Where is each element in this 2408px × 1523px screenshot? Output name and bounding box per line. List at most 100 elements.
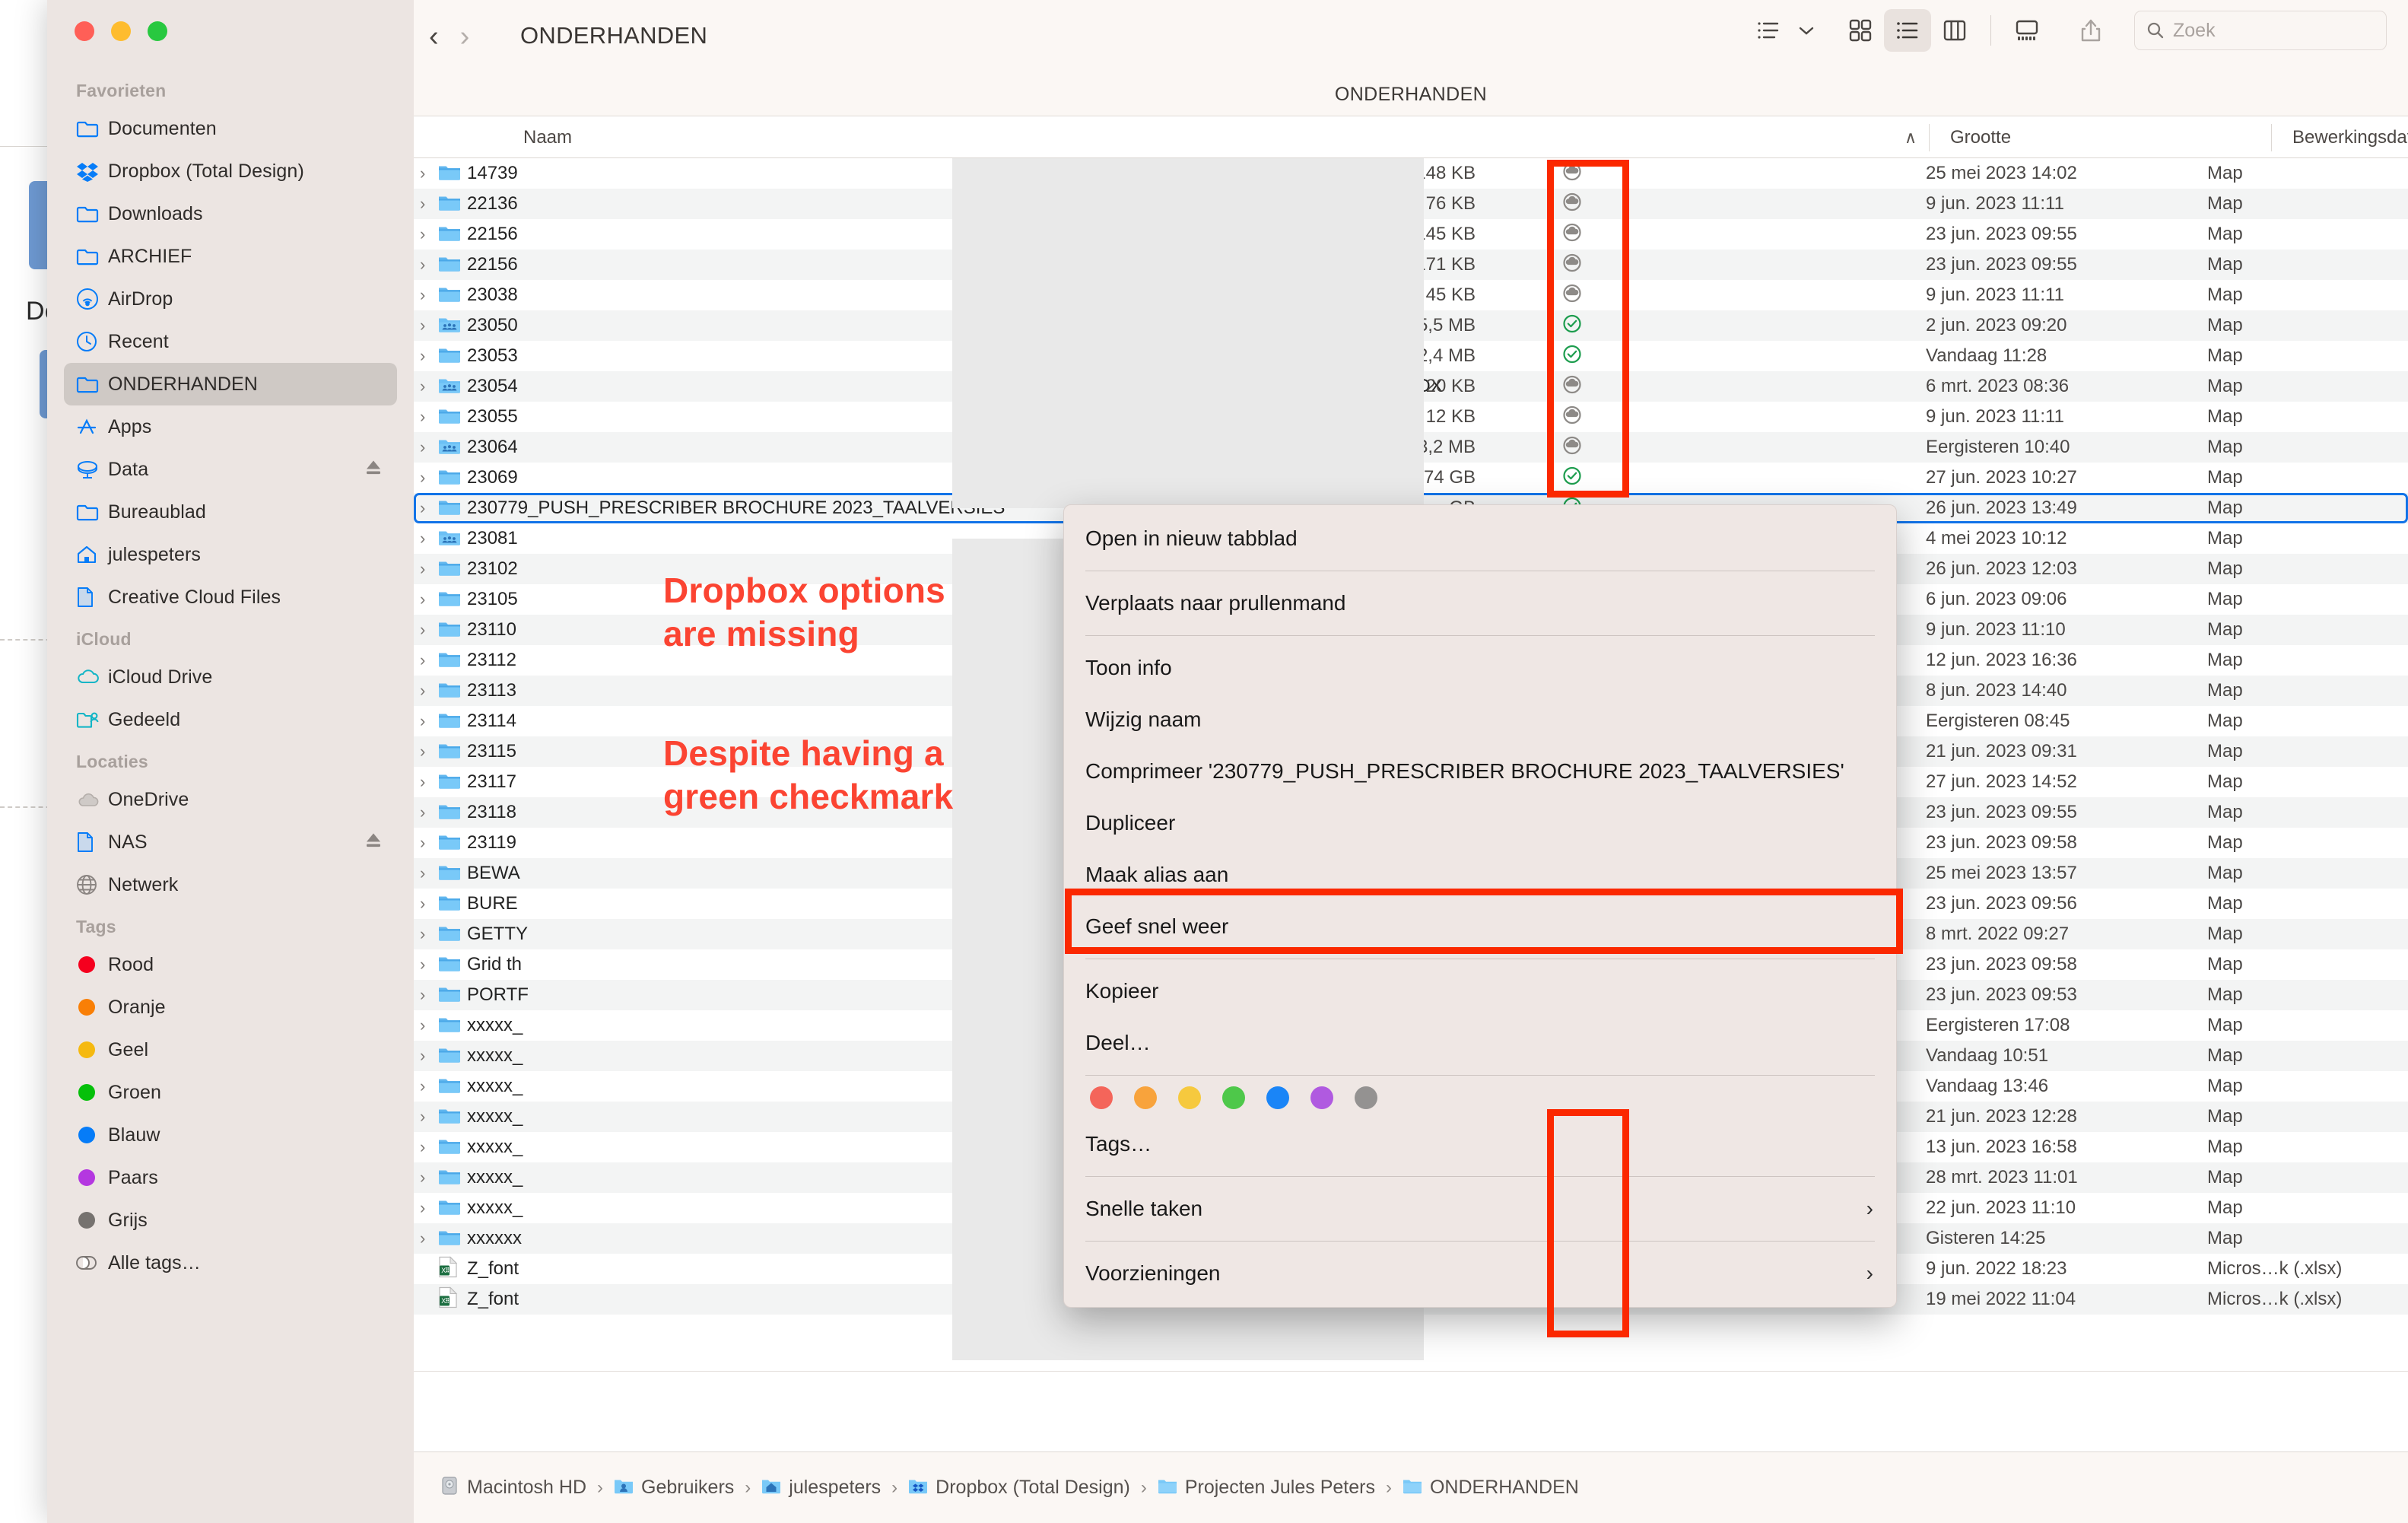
tag-color-swatches[interactable] [1064,1082,1896,1118]
disclosure-triangle-icon[interactable]: › [420,1168,425,1188]
disclosure-triangle-icon[interactable]: › [420,1107,425,1127]
disclosure-triangle-icon[interactable]: › [420,1076,425,1096]
disclosure-triangle-icon[interactable]: › [420,285,425,305]
sidebar-item-rood[interactable]: Rood [64,943,397,986]
disclosure-triangle-icon[interactable]: › [420,620,425,640]
disclosure-triangle-icon[interactable]: › [420,468,425,488]
disclosure-triangle-icon[interactable]: › [420,924,425,944]
breadcrumb-item[interactable]: julespeters [761,1477,881,1499]
column-header-size[interactable]: Grootte [1950,116,2011,158]
tag-color-swatch[interactable] [1134,1086,1157,1109]
disclosure-triangle-icon[interactable]: › [420,894,425,914]
menu-item[interactable]: Dupliceer [1064,797,1896,849]
disclosure-triangle-icon[interactable]: › [420,1198,425,1218]
sidebar-item-bureaublad[interactable]: Bureaublad [64,491,397,533]
close-button[interactable] [75,21,94,41]
group-by-button[interactable] [1746,9,1793,52]
menu-item[interactable]: Wijzig naam [1064,694,1896,746]
sidebar-item-airdrop[interactable]: AirDrop [64,278,397,320]
disclosure-triangle-icon[interactable]: › [420,498,425,518]
disclosure-triangle-icon[interactable]: › [420,772,425,792]
sidebar-item-nas[interactable]: NAS [64,821,397,863]
menu-item[interactable]: Toon info [1064,642,1896,694]
sidebar-item-creative-cloud-files[interactable]: Creative Cloud Files [64,576,397,618]
sidebar-item-icloud-drive[interactable]: iCloud Drive [64,656,397,698]
breadcrumb-item[interactable]: Dropbox (Total Design) [908,1477,1130,1499]
disclosure-triangle-icon[interactable]: › [420,437,425,457]
breadcrumb-item[interactable]: Macintosh HD [440,1476,586,1499]
disclosure-triangle-icon[interactable]: › [420,529,425,548]
disclosure-triangle-icon[interactable]: › [420,559,425,579]
sidebar-item-gedeeld[interactable]: Gedeeld [64,698,397,741]
sidebar-item-grijs[interactable]: Grijs [64,1199,397,1242]
sidebar-scroll-area[interactable]: FavorietenDocumentenDropbox (Total Desig… [47,70,414,1523]
disclosure-triangle-icon[interactable]: › [420,255,425,275]
disclosure-triangle-icon[interactable]: › [420,224,425,244]
sidebar-item-data[interactable]: Data [64,448,397,491]
sidebar-item-julespeters[interactable]: julespeters [64,533,397,576]
forward-button[interactable]: › [460,12,470,61]
minimize-button[interactable] [111,21,131,41]
sidebar-item-paars[interactable]: Paars [64,1156,397,1199]
disclosure-triangle-icon[interactable]: › [420,377,425,396]
search-field[interactable]: Zoek [2134,11,2387,50]
sidebar-item-onedrive[interactable]: OneDrive [64,778,397,821]
disclosure-triangle-icon[interactable]: › [420,955,425,975]
sidebar-item-netwerk[interactable]: Netwerk [64,863,397,906]
zoom-button[interactable] [148,21,167,41]
menu-item[interactable]: Snelle taken› [1064,1183,1896,1235]
list-view-button[interactable] [1884,9,1931,52]
disclosure-triangle-icon[interactable]: › [420,681,425,701]
chevron-down-icon[interactable] [1793,9,1820,52]
sidebar-item-archief[interactable]: ARCHIEF [64,235,397,278]
disclosure-triangle-icon[interactable]: › [420,590,425,609]
column-divider[interactable] [2271,124,2272,151]
breadcrumb-item[interactable]: Projecten Jules Peters [1158,1477,1375,1499]
share-button[interactable] [2067,9,2114,52]
column-view-button[interactable] [1931,9,1978,52]
disclosure-triangle-icon[interactable]: › [420,1229,425,1248]
disclosure-triangle-icon[interactable]: › [420,316,425,335]
disclosure-triangle-icon[interactable]: › [420,407,425,427]
menu-item[interactable]: Comprimeer '230779_PUSH_PRESCRIBER BROCH… [1064,746,1896,797]
disclosure-triangle-icon[interactable]: › [420,650,425,670]
gallery-view-button[interactable] [2003,9,2051,52]
sort-arrow-icon[interactable]: ∧ [1904,116,1917,158]
context-menu[interactable]: Open in nieuw tabbladVerplaats naar prul… [1063,504,1897,1308]
breadcrumb-item[interactable]: Gebruikers [614,1477,734,1499]
sidebar-item-apps[interactable]: Apps [64,405,397,448]
disclosure-triangle-icon[interactable]: › [420,1016,425,1035]
tag-color-swatch[interactable] [1222,1086,1245,1109]
tag-color-swatch[interactable] [1178,1086,1201,1109]
back-button[interactable]: ‹ [429,12,439,61]
icon-view-button[interactable] [1837,9,1884,52]
disclosure-triangle-icon[interactable]: › [420,863,425,883]
menu-item[interactable]: Kopieer [1064,965,1896,1017]
sidebar-item-downloads[interactable]: Downloads [64,192,397,235]
eject-icon[interactable] [364,459,383,481]
disclosure-triangle-icon[interactable]: › [420,711,425,731]
sidebar-item-oranje[interactable]: Oranje [64,986,397,1029]
breadcrumb-item[interactable]: ONDERHANDEN [1403,1477,1579,1499]
sidebar-item-documenten[interactable]: Documenten [64,107,397,150]
disclosure-triangle-icon[interactable]: › [420,194,425,214]
menu-item[interactable]: Deel… [1064,1017,1896,1069]
menu-item[interactable]: Maak alias aan [1064,849,1896,901]
sidebar-item-geel[interactable]: Geel [64,1029,397,1071]
tag-color-swatch[interactable] [1310,1086,1333,1109]
disclosure-triangle-icon[interactable]: › [420,346,425,366]
disclosure-triangle-icon[interactable]: › [420,164,425,183]
tag-color-swatch[interactable] [1355,1086,1377,1109]
sidebar-item-dropbox-total-design[interactable]: Dropbox (Total Design) [64,150,397,192]
eject-icon[interactable] [364,831,383,854]
disclosure-triangle-icon[interactable]: › [420,803,425,822]
menu-item[interactable]: Open in nieuw tabblad [1064,513,1896,564]
column-header-name[interactable]: Naam [523,116,572,158]
disclosure-triangle-icon[interactable]: › [420,833,425,853]
sidebar-item-recent[interactable]: Recent [64,320,397,363]
disclosure-triangle-icon[interactable]: › [420,985,425,1005]
breadcrumb[interactable]: Macintosh HD›Gebruikers›julespeters›Drop… [414,1451,2408,1523]
sidebar-item-blauw[interactable]: Blauw [64,1114,397,1156]
column-divider[interactable] [1929,124,1930,151]
sidebar-item-alle-tags[interactable]: Alle tags… [64,1242,397,1284]
